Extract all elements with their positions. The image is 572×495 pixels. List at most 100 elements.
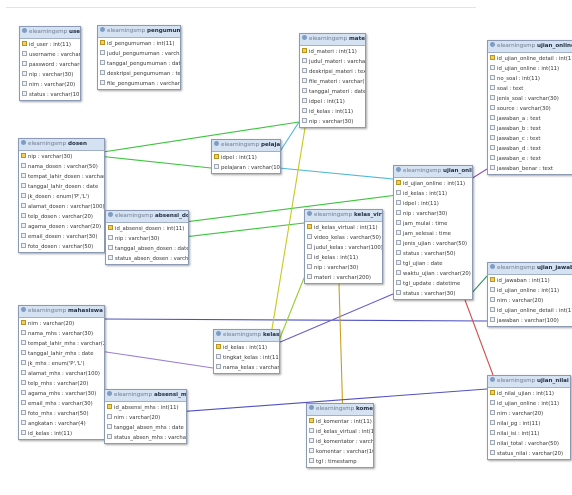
table-column[interactable]: nim : varchar(20) (20, 80, 80, 90)
table-column[interactable]: nip : varchar(30) (300, 117, 365, 127)
table-mahasiswa[interactable]: elearningsmp mahasiswa nim : varchar(20) n… (18, 305, 105, 440)
table-header[interactable]: elearningsmp absensi_mhs (105, 390, 186, 402)
table-column[interactable]: tgl : timestamp (307, 457, 373, 467)
table-column[interactable]: no_soal : int(11) (488, 74, 572, 84)
table-column[interactable]: tempat_lahir_mhs : varchar(20) (19, 339, 104, 349)
primary-key-column[interactable]: id_ujian_online_detail : int(11) (488, 54, 572, 64)
table-ujian-nilai[interactable]: elearningsmp ujian_nilai id_nilai_ujian :… (487, 375, 571, 460)
table-column[interactable]: jawaban_e : text (488, 154, 572, 164)
table-column[interactable]: waktu_ujian : varchar(20) (394, 269, 472, 279)
table-column[interactable]: jk_mhs : enum('P','L') (19, 359, 104, 369)
primary-key-column[interactable]: id_nilai_ujian : int(11) (488, 389, 570, 399)
table-column[interactable]: nip : varchar(30) (20, 70, 80, 80)
table-column[interactable]: username : varchar(50) (20, 50, 80, 60)
table-column[interactable]: tanggal_materi : date (300, 87, 365, 97)
table-header[interactable]: elearningsmp kelas (214, 330, 279, 342)
table-header[interactable]: elearningsmp mahasiswa (19, 306, 104, 318)
table-header[interactable]: elearningsmp kelas_virtual (305, 210, 382, 222)
table-column[interactable]: id_kelas : int(11) (19, 429, 104, 439)
table-column[interactable]: nim : varchar(20) (488, 409, 570, 419)
table-column[interactable]: nip : varchar(30) (394, 209, 472, 219)
table-column[interactable]: jenis_ujian : varchar(50) (394, 239, 472, 249)
table-header[interactable]: elearningsmp ujian_nilai (488, 376, 570, 388)
primary-key-column[interactable]: id_materi : int(11) (300, 47, 365, 57)
table-kelas[interactable]: elearningsmp kelas id_kelas : int(11) ting… (213, 329, 280, 374)
table-column[interactable]: id_kelas : int(11) (394, 189, 472, 199)
table-column[interactable]: id_ujian_online : int(11) (488, 399, 570, 409)
table-column[interactable]: nama_dosen : varchar(50) (19, 162, 104, 172)
table-column[interactable]: jam_selesai : time (394, 229, 472, 239)
table-column[interactable]: foto_dosen : varchar(50) (19, 242, 104, 252)
table-column[interactable]: status_nilai : varchar(20) (488, 449, 570, 459)
table-column[interactable]: password : varchar(50) (20, 60, 80, 70)
table-column[interactable]: jenis_soal : varchar(30) (488, 94, 572, 104)
table-header[interactable]: elearningsmp dosen (19, 139, 104, 151)
table-header[interactable]: elearningsmp ujian_jawaban (488, 263, 572, 275)
table-column[interactable]: telp_dosen : varchar(20) (19, 212, 104, 222)
table-column[interactable]: jawaban_benar : text (488, 164, 572, 174)
table-absensi-dosen[interactable]: elearningsmp absensi_dosenid_absensi_dos… (105, 210, 189, 265)
table-column[interactable]: file_materi : varchar(100) (300, 77, 365, 87)
table-column[interactable]: tanggal_pengumuman : date (98, 59, 180, 69)
table-column[interactable]: agama_mhs : varchar(30) (19, 389, 104, 399)
primary-key-column[interactable]: id_user : int(11) (20, 40, 80, 50)
table-column[interactable]: nama_mhs : varchar(30) (19, 329, 104, 339)
table-column[interactable]: jk_dosen : enum('P','L') (19, 192, 104, 202)
primary-key-column[interactable]: nim : varchar(20) (19, 319, 104, 329)
table-column[interactable]: id_kelas : int(11) (300, 107, 365, 117)
table-column[interactable]: jam_mulai : time (394, 219, 472, 229)
table-column[interactable]: file_pengumuman : varchar(100) (98, 79, 180, 89)
primary-key-column[interactable]: id_absensi_mhs : int(11) (105, 403, 186, 413)
table-column[interactable]: tempat_lahir_dosen : varchar(20) (19, 172, 104, 182)
table-column[interactable]: nama_kelas : varchar(50) (214, 363, 279, 373)
table-column[interactable]: judul_materi : varchar(100) (300, 57, 365, 67)
table-column[interactable]: tgl_update : datetime (394, 279, 472, 289)
primary-key-column[interactable]: id_ujian_online : int(11) (394, 179, 472, 189)
table-column[interactable]: tanggal_lahir_mhs : date (19, 349, 104, 359)
table-column[interactable]: deskripsi_pengumuman : text (98, 69, 180, 79)
table-pengumuman[interactable]: elearningsmp pengumumanid_pengumuman : i… (97, 25, 181, 90)
table-kelas-virtual[interactable]: elearningsmp kelas_virtualid_kelas_virtu… (304, 209, 383, 284)
table-absensi-mhs[interactable]: elearningsmp absensi_mhsid_absensi_mhs :… (104, 389, 187, 444)
table-column[interactable]: telp_mhs : varchar(20) (19, 379, 104, 389)
table-user[interactable]: elearningsmp user id_user : int(11) userna… (19, 26, 81, 101)
table-column[interactable]: nim : varchar(20) (488, 296, 572, 306)
table-column[interactable]: pelajaran : varchar(100) (212, 163, 280, 173)
table-column[interactable]: idpel : int(11) (300, 97, 365, 107)
table-column[interactable]: nilai_pg : int(11) (488, 419, 570, 429)
table-column[interactable]: source : varchar(30) (488, 104, 572, 114)
table-column[interactable]: id_ujian_online_detail : int(11) (488, 306, 572, 316)
table-header[interactable]: elearningsmp user (20, 27, 80, 39)
primary-key-column[interactable]: nip : varchar(30) (19, 152, 104, 162)
table-column[interactable]: nilai_isi : int(11) (488, 429, 570, 439)
table-column[interactable]: email_dosen : varchar(30) (19, 232, 104, 242)
table-ujian-online[interactable]: elearningsmp ujian_onlineid_ujian_online… (393, 165, 473, 300)
table-column[interactable]: status_absen_dosen : varchar(30) (106, 254, 188, 264)
primary-key-column[interactable]: idpel : int(11) (212, 153, 280, 163)
table-column[interactable]: jawaban : varchar(100) (488, 316, 572, 326)
table-column[interactable]: soal : text (488, 84, 572, 94)
primary-key-column[interactable]: id_komentar : int(11) (307, 417, 373, 427)
table-column[interactable]: foto_mhs : varchar(50) (19, 409, 104, 419)
table-dosen[interactable]: elearningsmp dosen nip : varchar(30) nama_… (18, 138, 105, 253)
table-column[interactable]: id_kelas_virtual : int(11) (307, 427, 373, 437)
table-column[interactable]: agama_dosen : varchar(20) (19, 222, 104, 232)
primary-key-column[interactable]: id_kelas_virtual : int(11) (305, 223, 382, 233)
table-column[interactable]: tanggal_absen_mhs : date (105, 423, 186, 433)
table-column[interactable]: materi : varchar(200) (305, 273, 382, 283)
table-column[interactable]: status_absen_mhs : varchar(30) (105, 433, 186, 443)
table-column[interactable]: status : varchar(10) (20, 90, 80, 100)
table-column[interactable]: email_mhs : varchar(30) (19, 399, 104, 409)
table-column[interactable]: nim : varchar(20) (105, 413, 186, 423)
table-column[interactable]: jawaban_c : text (488, 134, 572, 144)
table-header[interactable]: elearningsmp absensi_dosen (106, 211, 188, 223)
table-column[interactable]: jawaban_d : text (488, 144, 572, 154)
table-column[interactable]: jawaban_b : text (488, 124, 572, 134)
table-header[interactable]: elearningsmp pelajaran (212, 140, 280, 152)
table-column[interactable]: status : varchar(50) (394, 249, 472, 259)
table-komentar[interactable]: elearningsmp komentarid_komentar : int(1… (306, 403, 374, 468)
primary-key-column[interactable]: id_absensi_dosen : int(11) (106, 224, 188, 234)
table-header[interactable]: elearningsmp ujian_online (394, 166, 472, 178)
table-column[interactable]: deskripsi_materi : text (300, 67, 365, 77)
table-column[interactable]: status : varchar(30) (394, 289, 472, 299)
